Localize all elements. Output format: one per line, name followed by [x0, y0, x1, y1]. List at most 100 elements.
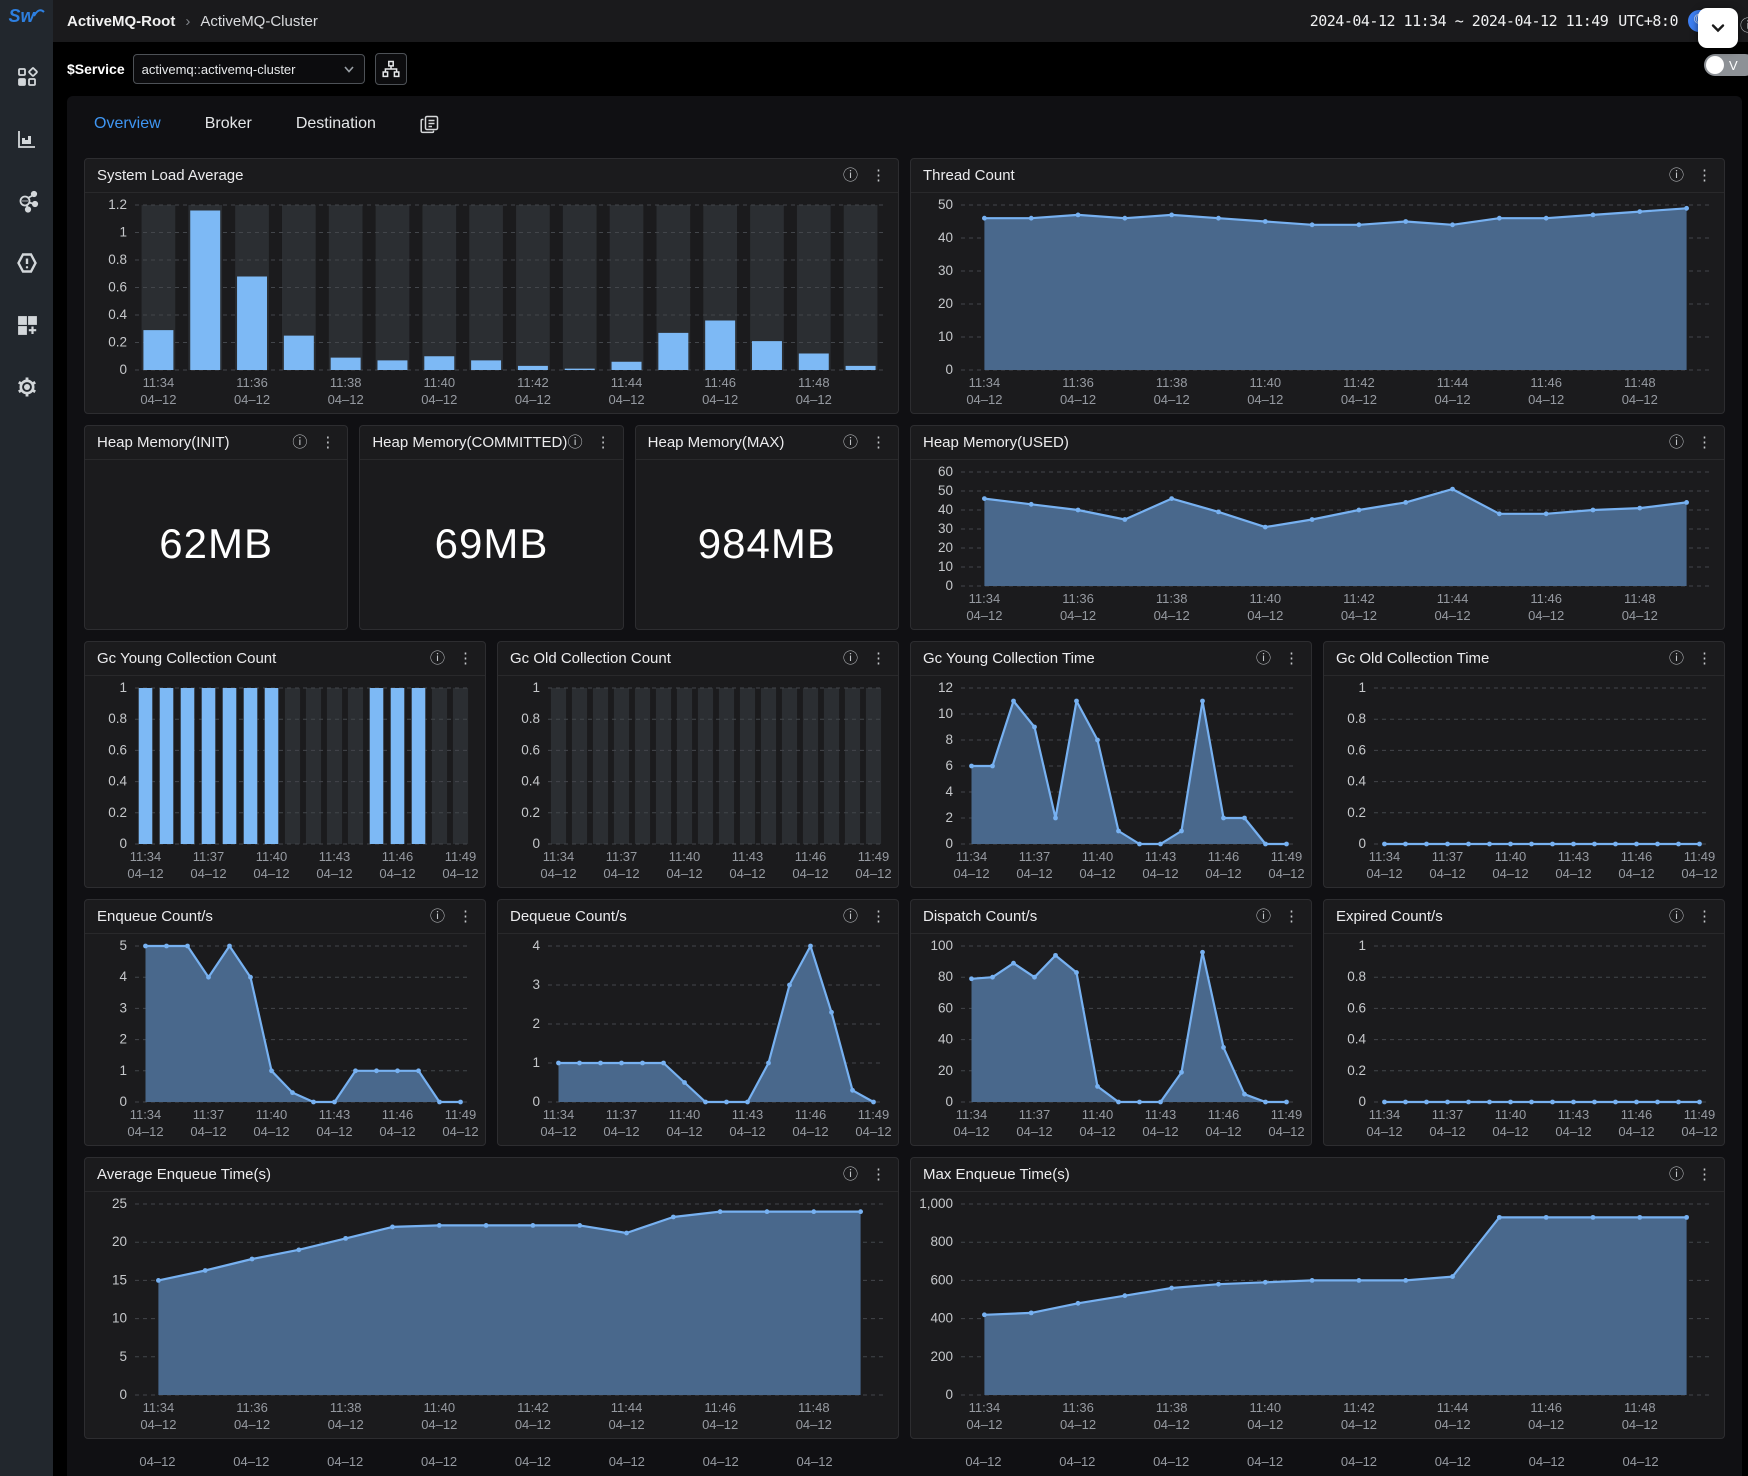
kebab-menu-icon[interactable]: ⋮: [1697, 1167, 1712, 1182]
svg-text:11:40: 11:40: [669, 1107, 701, 1122]
chart-canvas[interactable]: 00.20.40.60.8111:3404–1211:3704–1211:400…: [1324, 676, 1724, 886]
kebab-menu-icon[interactable]: ⋮: [871, 909, 886, 924]
timezone-label[interactable]: UTC+8:0: [1618, 12, 1678, 30]
svg-text:04–12: 04–12: [233, 1454, 269, 1469]
info-icon[interactable]: ⓘ: [843, 168, 858, 183]
info-icon[interactable]: ⓘ: [1669, 909, 1684, 924]
sidebar-item-alarm[interactable]: [14, 250, 40, 276]
svg-text:2: 2: [945, 810, 953, 825]
kebab-menu-icon[interactable]: ⋮: [871, 1167, 886, 1182]
tab-broker[interactable]: Broker: [205, 115, 252, 133]
time-range[interactable]: 2024-04-12 11:34 ~ 2024-04-12 11:49: [1310, 12, 1609, 30]
chart-canvas[interactable]: 01234511:3404–1211:3704–1211:4004–1211:4…: [85, 934, 485, 1144]
kebab-menu-icon[interactable]: ⋮: [1284, 651, 1299, 666]
kebab-menu-icon[interactable]: ⋮: [1697, 909, 1712, 924]
sidebar-item-topology[interactable]: [14, 188, 40, 214]
chart-canvas[interactable]: 0102030405011:3404–1211:3604–1211:3804–1…: [911, 193, 1724, 412]
info-icon[interactable]: ⓘ: [1256, 909, 1271, 924]
svg-text:04–12: 04–12: [1247, 608, 1283, 623]
service-select[interactable]: activemq::activemq-cluster: [133, 54, 365, 84]
info-icon[interactable]: ⓘ: [1669, 435, 1684, 450]
sidebar-item-widgets[interactable]: [14, 312, 40, 338]
svg-text:04–12: 04–12: [1142, 866, 1178, 881]
svg-text:11:46: 11:46: [704, 375, 736, 390]
svg-text:11:46: 11:46: [1621, 849, 1653, 864]
chart-canvas[interactable]: 0123411:3404–1211:3704–1211:4004–1211:43…: [498, 934, 898, 1144]
kebab-menu-icon[interactable]: ⋮: [1697, 651, 1712, 666]
chart-canvas[interactable]: 00.20.40.60.8111:3404–1211:3704–1211:400…: [1324, 934, 1724, 1144]
view-toggle[interactable]: V: [1704, 54, 1748, 76]
svg-text:25: 25: [112, 1196, 127, 1211]
svg-text:11:38: 11:38: [1156, 591, 1188, 606]
info-icon[interactable]: ⓘ: [1669, 651, 1684, 666]
info-icon[interactable]: ⓘ: [430, 651, 445, 666]
kebab-menu-icon[interactable]: ⋮: [871, 168, 886, 183]
breadcrumb-root[interactable]: ActiveMQ-Root: [67, 13, 175, 30]
svg-text:4: 4: [532, 938, 540, 953]
chart-canvas[interactable]: 02468101211:3404–1211:3704–1211:4004–121…: [911, 676, 1311, 886]
info-icon[interactable]: ⓘ: [568, 435, 583, 450]
kebab-menu-icon[interactable]: ⋮: [1284, 909, 1299, 924]
service-topology-button[interactable]: [375, 53, 407, 85]
svg-text:04–12: 04–12: [421, 392, 457, 407]
svg-text:04–12: 04–12: [1528, 608, 1564, 623]
svg-text:11:34: 11:34: [130, 1107, 162, 1122]
svg-text:11:48: 11:48: [798, 375, 830, 390]
chart-panel: Max Enqueue Time(s)ⓘ⋮02004006008001,0001…: [910, 1157, 1725, 1439]
copy-dashboard-icon[interactable]: [420, 115, 439, 134]
sidebar-item-marketplace[interactable]: [14, 64, 40, 90]
kebab-menu-icon[interactable]: ⋮: [458, 651, 473, 666]
svg-text:04–12: 04–12: [139, 1454, 175, 1469]
chart-panel: Heap Memory(MAX)ⓘ⋮984MB: [635, 425, 899, 630]
info-icon[interactable]: ⓘ: [1740, 12, 1748, 36]
info-icon[interactable]: ⓘ: [843, 1167, 858, 1182]
svg-text:04–12: 04–12: [316, 866, 352, 881]
chart-canvas[interactable]: 02040608010011:3404–1211:3704–1211:4004–…: [911, 934, 1311, 1144]
panel-title: Heap Memory(USED): [923, 434, 1069, 451]
svg-text:11:46: 11:46: [1530, 1400, 1562, 1415]
collapse-header-button[interactable]: [1698, 8, 1738, 48]
skywalking-logo[interactable]: Sw: [8, 6, 44, 36]
info-icon[interactable]: ⓘ: [292, 435, 307, 450]
svg-text:04–12: 04–12: [1429, 866, 1465, 881]
sidebar-item-settings[interactable]: [14, 374, 40, 400]
info-icon[interactable]: ⓘ: [1256, 651, 1271, 666]
info-icon[interactable]: ⓘ: [843, 435, 858, 450]
kebab-menu-icon[interactable]: ⋮: [1697, 168, 1712, 183]
svg-text:12: 12: [938, 680, 953, 695]
svg-text:200: 200: [930, 1349, 953, 1364]
kebab-menu-icon[interactable]: ⋮: [1697, 435, 1712, 450]
panel-title: Dequeue Count/s: [510, 908, 627, 925]
tab-overview[interactable]: Overview: [94, 115, 161, 133]
svg-text:0: 0: [119, 362, 127, 377]
chart-canvas[interactable]: 02004006008001,00011:3404–1211:3604–1211…: [911, 1192, 1724, 1437]
kebab-menu-icon[interactable]: ⋮: [320, 435, 335, 450]
panel-title: Expired Count/s: [1336, 908, 1443, 925]
svg-text:0: 0: [119, 836, 127, 851]
svg-text:11:40: 11:40: [1495, 1107, 1527, 1122]
svg-text:04–12: 04–12: [379, 866, 415, 881]
kebab-menu-icon[interactable]: ⋮: [871, 435, 886, 450]
info-icon[interactable]: ⓘ: [1669, 1167, 1684, 1182]
info-icon[interactable]: ⓘ: [430, 909, 445, 924]
chart-canvas[interactable]: 00.20.40.60.8111:3404–1211:3704–1211:400…: [498, 676, 898, 886]
chart-canvas[interactable]: 051015202511:3404–1211:3604–1211:3804–12…: [85, 1192, 898, 1437]
service-select-value: activemq::activemq-cluster: [142, 62, 342, 77]
info-icon[interactable]: ⓘ: [1669, 168, 1684, 183]
info-icon[interactable]: ⓘ: [843, 909, 858, 924]
breadcrumb-leaf[interactable]: ActiveMQ-Cluster: [200, 13, 318, 30]
kebab-menu-icon[interactable]: ⋮: [596, 435, 611, 450]
svg-text:40: 40: [938, 1032, 953, 1047]
svg-text:0.8: 0.8: [1347, 711, 1366, 726]
svg-text:0.8: 0.8: [108, 711, 127, 726]
chart-canvas[interactable]: 00.20.40.60.811.211:3404–1211:3604–1211:…: [85, 193, 898, 412]
info-icon[interactable]: ⓘ: [843, 651, 858, 666]
svg-text:0: 0: [1358, 1094, 1366, 1109]
kebab-menu-icon[interactable]: ⋮: [871, 651, 886, 666]
sidebar-item-metrics[interactable]: [14, 126, 40, 152]
svg-text:11:37: 11:37: [193, 849, 225, 864]
kebab-menu-icon[interactable]: ⋮: [458, 909, 473, 924]
chart-canvas[interactable]: 010203040506011:3404–1211:3604–1211:3804…: [911, 460, 1724, 628]
chart-canvas[interactable]: 00.20.40.60.8111:3404–1211:3704–1211:400…: [85, 676, 485, 886]
tab-destination[interactable]: Destination: [296, 115, 376, 133]
